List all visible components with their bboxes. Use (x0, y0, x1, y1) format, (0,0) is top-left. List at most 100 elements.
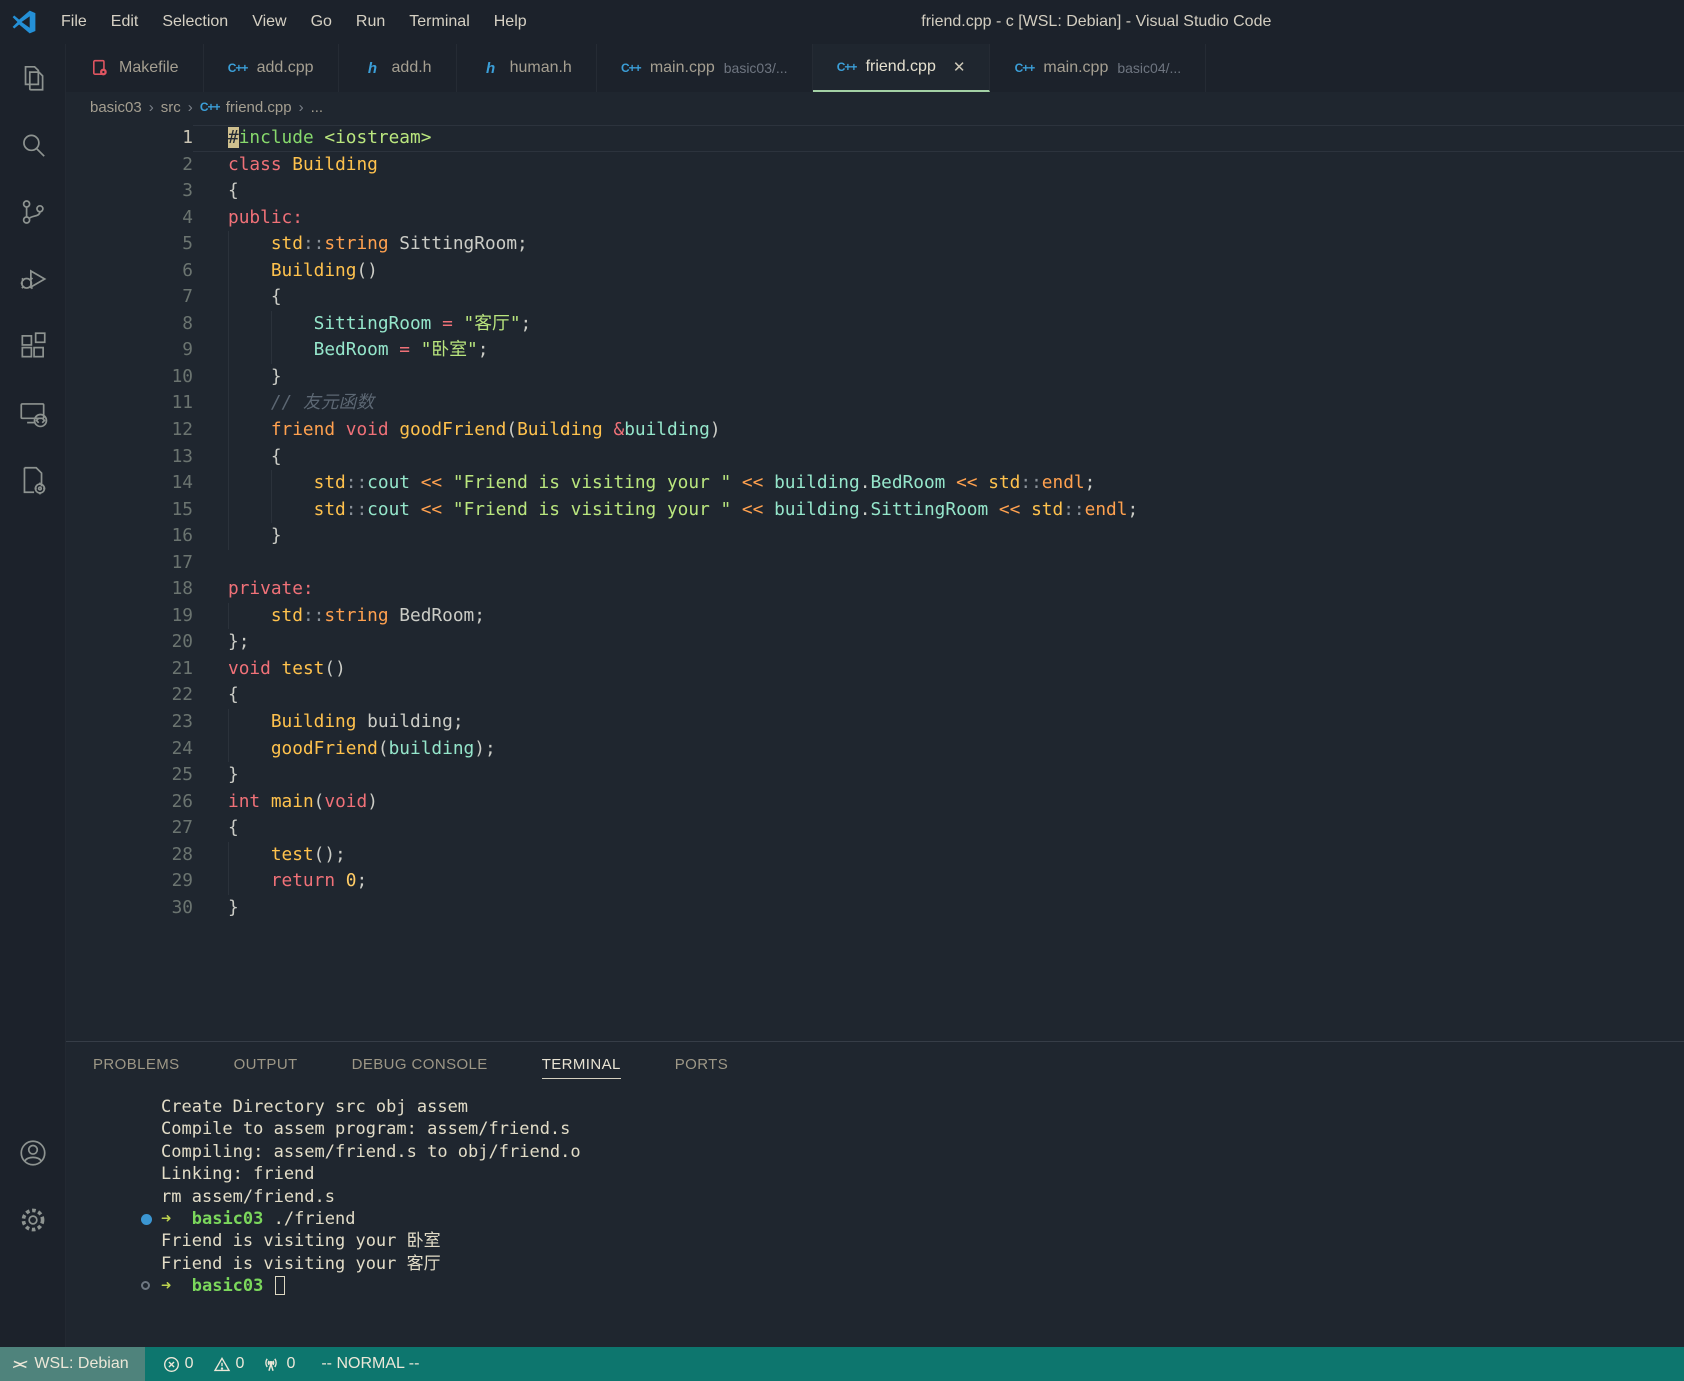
menu-file[interactable]: File (49, 8, 99, 36)
breadcrumb-item--[interactable]: ... (311, 99, 324, 116)
menu-run[interactable]: Run (344, 8, 397, 36)
tab-label: main.cpp (1043, 59, 1109, 76)
activity-item-manage-settings[interactable] (0, 1186, 66, 1253)
panel-tab-problems[interactable]: PROBLEMS (66, 1042, 207, 1086)
breadcrumb-item-friend-cpp[interactable]: C++ friend.cpp (200, 98, 292, 116)
activity-item-run-and-debug[interactable] (0, 245, 66, 312)
code-line-8[interactable]: 8 SittingRoom = "客厅"; (66, 310, 1684, 338)
tab-label: add.h (391, 59, 432, 76)
warning-count: 0 (235, 1355, 245, 1372)
command-success-decoration[interactable] (141, 1213, 152, 1225)
breadcrumb-item-basic03[interactable]: basic03 (90, 99, 142, 116)
panel-tab-terminal[interactable]: TERMINAL (515, 1042, 648, 1086)
code-line-text: test(); (193, 841, 1684, 869)
code-line-4[interactable]: 4 public: (66, 205, 1684, 232)
ports-status[interactable]: 0 (262, 1355, 295, 1373)
code-line-3[interactable]: 3{ (66, 178, 1684, 205)
menu-terminal[interactable]: Terminal (397, 8, 481, 36)
tab-label: friend.cpp (865, 58, 936, 75)
ports-count: 0 (286, 1355, 296, 1372)
tab-main-cpp[interactable]: C++ main.cpp basic04/... (990, 44, 1207, 92)
code-line-11[interactable]: 11// 友元函数 (66, 390, 1684, 418)
panel-tab-ports[interactable]: PORTS (648, 1042, 755, 1086)
code-line-30[interactable]: 30} (66, 895, 1684, 922)
code-line-text: } (193, 363, 1684, 391)
code-line-28[interactable]: 28 test(); (66, 841, 1684, 869)
breadcrumb-label: friend.cpp (225, 98, 292, 116)
line-number: 12 (171, 419, 193, 441)
code-line-29[interactable]: 29 return 0; (66, 868, 1684, 895)
code-line-26[interactable]: 26 int main(void) (66, 789, 1684, 816)
code-line-19[interactable]: 19 std::string BedRoom; (66, 602, 1684, 630)
code-line-text: #include <iostream> (193, 125, 1684, 152)
tab-main-cpp[interactable]: C++ main.cpp basic03/... (597, 44, 813, 92)
code-line-24[interactable]: 24 goodFriend(building); (66, 735, 1684, 763)
code-line-20[interactable]: 20}; (66, 629, 1684, 656)
tab-add-h[interactable]: h add.h (339, 44, 457, 92)
menu-selection[interactable]: Selection (150, 8, 240, 36)
activity-item-source-control[interactable] (0, 178, 66, 245)
line-number: 9 (182, 339, 193, 361)
panel-tab-debug-console[interactable]: DEBUG CONSOLE (325, 1042, 515, 1086)
terminal-output-line: Friend is visiting your 客厅 (161, 1253, 441, 1274)
cpp-tools-icon (23, 466, 45, 494)
code-line-text: } (228, 764, 239, 786)
code-line-16[interactable]: 16} (66, 523, 1684, 550)
code-line-12[interactable]: 12 friend void goodFriend(Building &build… (66, 417, 1684, 444)
activity-item-accounts[interactable] (0, 1119, 66, 1186)
manage-settings-icon (21, 1208, 44, 1231)
terminal-output-line: Compile to assem program: assem/friend.s (161, 1119, 571, 1140)
code-line-14[interactable]: 14 std::cout << "Friend is visiting your … (66, 470, 1684, 497)
panel-tab-output[interactable]: OUTPUT (207, 1042, 325, 1086)
terminal-output-line: Compiling: assem/friend.s to obj/friend.… (161, 1141, 581, 1162)
code-line-2[interactable]: 2 class Building (66, 152, 1684, 179)
command-pending-decoration[interactable] (141, 1281, 150, 1291)
activity-item-explorer[interactable] (0, 44, 66, 111)
line-number: 25 (171, 764, 193, 786)
code-line-text: Building building; (193, 709, 1684, 736)
code-line-18[interactable]: 18 private: (66, 576, 1684, 603)
activity-item-cpp-tools[interactable] (0, 446, 66, 513)
search-icon (22, 134, 45, 157)
remote-indicator[interactable]: >< WSL: Debian (0, 1347, 145, 1381)
code-line-23[interactable]: 23 Building building; (66, 709, 1684, 736)
vim-mode-indicator[interactable]: -- NORMAL -- (321, 1355, 419, 1373)
tab-label: add.cpp (256, 59, 314, 76)
code-line-25[interactable]: 25} (66, 762, 1684, 789)
activity-item-search[interactable] (0, 111, 66, 178)
code-line-13[interactable]: 13{ (66, 443, 1684, 471)
code-line-6[interactable]: 6 Building() (66, 257, 1684, 285)
menu-go[interactable]: Go (299, 8, 344, 36)
tab-friend-cpp[interactable]: C++ friend.cpp ✕ (812, 44, 991, 92)
tab-human-h[interactable]: h human.h (457, 44, 597, 92)
code-line-17[interactable]: 17 (66, 550, 1684, 577)
code-line-10[interactable]: 10} (66, 363, 1684, 391)
menu-edit[interactable]: Edit (99, 8, 151, 36)
tab-Makefile[interactable]: Makefile (66, 44, 204, 92)
line-number: 29 (171, 870, 193, 892)
radio-tower-icon (265, 1358, 278, 1371)
vscode-window: File Edit Selection View Go Run Terminal Help f… (0, 0, 1684, 1381)
code-line-22[interactable]: 22 { (66, 682, 1684, 709)
remote-icon: >< (11, 1356, 27, 1372)
tab-label: Makefile (119, 59, 179, 76)
code-line-5[interactable]: 5 std::string SittingRoom; (66, 231, 1684, 258)
code-line-15[interactable]: 15 std::cout << "Friend is visiting your … (66, 496, 1684, 524)
code-line-21[interactable]: 21 void test() (66, 656, 1684, 683)
activity-item-extensions[interactable] (0, 312, 66, 379)
code-line-7[interactable]: 7{ (66, 284, 1684, 311)
close-icon[interactable]: ✕ (953, 58, 966, 76)
code-line-9[interactable]: 9 BedRoom = "卧室"; (66, 337, 1684, 364)
activity-item-remote-explorer[interactable] (0, 379, 66, 446)
menu-view[interactable]: View (240, 8, 298, 36)
breadcrumb-item-src[interactable]: src (161, 99, 181, 116)
line-number: 18 (171, 578, 193, 600)
menu-help[interactable]: Help (482, 8, 539, 36)
code-line-1[interactable]: 1 #include <iostream> (66, 125, 1684, 152)
problems-status[interactable]: 0 0 (163, 1355, 245, 1373)
terminal[interactable]: Create Directory src obj assem Compile to… (66, 1086, 1684, 1347)
code-line-text: BedRoom = "卧室"; (193, 337, 1684, 364)
tab-add-cpp[interactable]: C++ add.cpp (204, 44, 339, 92)
code-editor[interactable]: 1 #include <iostream> 2 class Building 3{4 pu… (66, 122, 1684, 1041)
code-line-27[interactable]: 27 { (66, 815, 1684, 842)
